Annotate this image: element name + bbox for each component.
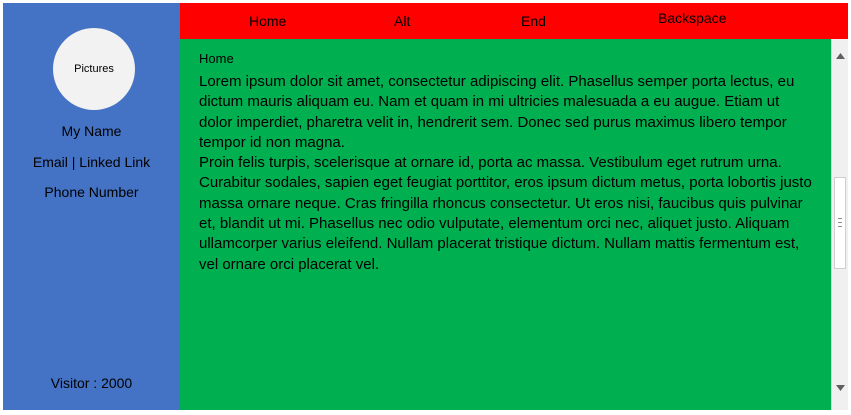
top-nav: Home Alt End Backspace: [180, 3, 848, 39]
avatar: Pictures: [53, 28, 135, 110]
page-frame: Pictures My Name Email | Linked Link Pho…: [0, 0, 851, 415]
visitor-counter: Visitor : 2000: [50, 375, 133, 391]
avatar-label: Pictures: [74, 63, 114, 75]
vertical-scrollbar[interactable]: [831, 39, 848, 410]
nav-item-backspace[interactable]: Backspace: [658, 0, 726, 36]
scrollbar-thumb[interactable]: [834, 177, 846, 269]
breadcrumb: Home: [199, 51, 234, 66]
nav-item-home[interactable]: Home: [249, 3, 286, 39]
grip-line-icon: [838, 226, 842, 227]
body-paragraph-1: Lorem ipsum dolor sit amet, consectetur …: [199, 73, 795, 151]
main-content: Home Lorem ipsum dolor sit amet, consect…: [180, 39, 831, 410]
nav-item-end[interactable]: End: [521, 3, 546, 39]
arrow-up-icon[interactable]: [833, 47, 848, 65]
sidebar: Pictures My Name Email | Linked Link Pho…: [3, 3, 180, 410]
arrow-down-icon[interactable]: [833, 379, 848, 397]
grip-line-icon: [838, 218, 842, 219]
nav-item-alt[interactable]: Alt: [394, 3, 410, 39]
profile-contact: Email | Linked Link: [32, 154, 151, 170]
profile-phone: Phone Number: [44, 184, 139, 200]
body-paragraph-2: Proin felis turpis, scelerisque at ornar…: [199, 154, 812, 273]
profile-name: My Name: [61, 123, 122, 139]
grip-line-icon: [838, 222, 842, 223]
